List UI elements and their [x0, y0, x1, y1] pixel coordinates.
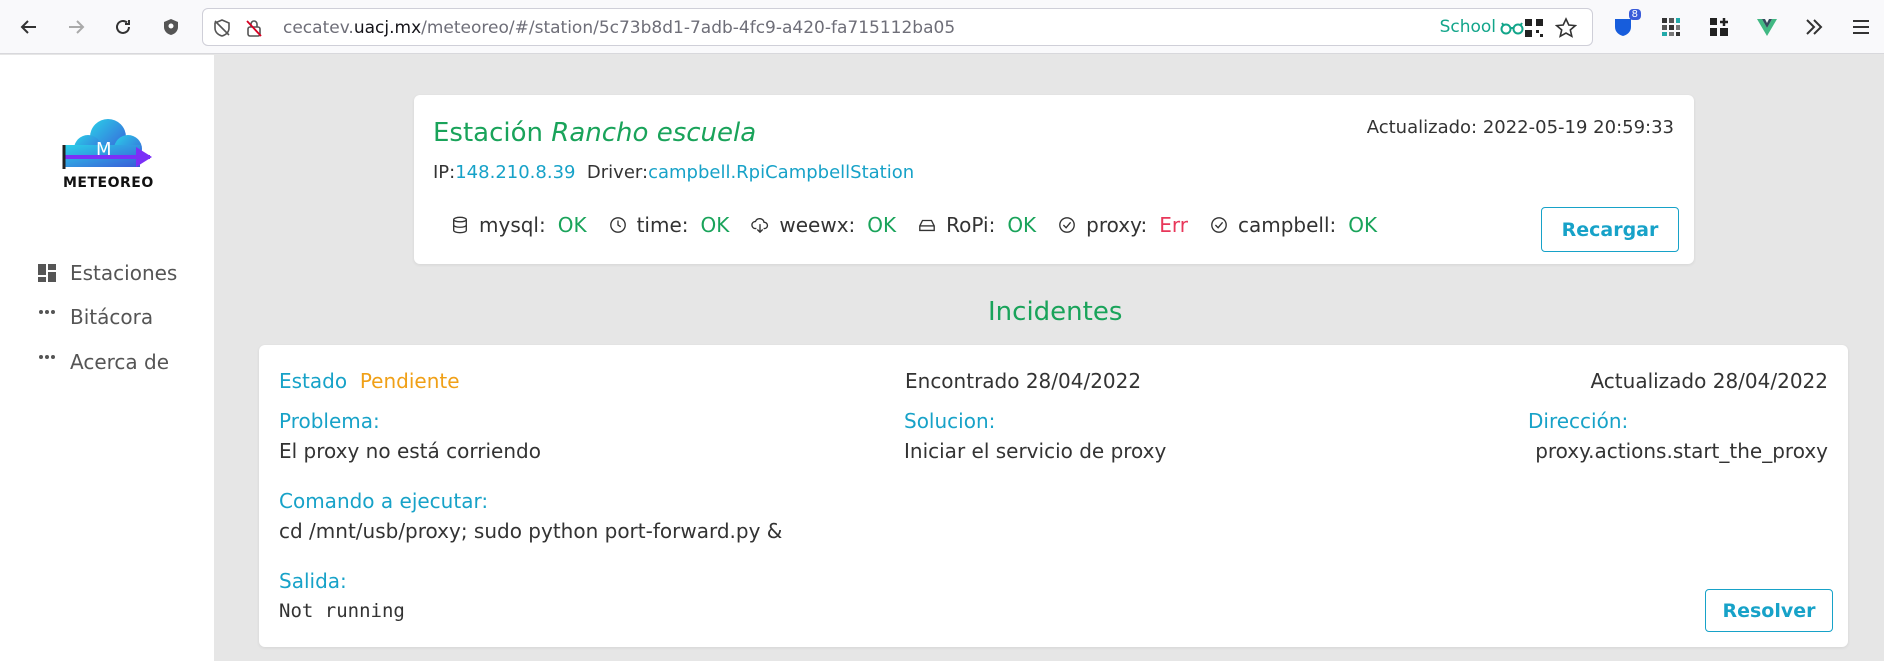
status-mysql: mysql: OK: [449, 213, 587, 237]
logo-text: METEOREO: [63, 175, 154, 191]
problem-label: Problema:: [279, 409, 380, 433]
insecure-lock-icon[interactable]: [243, 17, 265, 39]
direction-text: proxy.actions.start_the_proxy: [1535, 439, 1828, 463]
sidebar-item-label: Bitácora: [70, 305, 154, 329]
incidents-heading: Incidentes: [988, 297, 1123, 327]
estado-label: Estado Pendiente: [279, 369, 460, 393]
shield-icon: [164, 19, 178, 35]
menu-button[interactable]: [1846, 12, 1876, 42]
apps-icon: [1710, 18, 1728, 36]
sidebar-item-acerca[interactable]: Acerca de: [36, 350, 169, 374]
estado-badge: Pendiente: [359, 369, 460, 393]
url-text[interactable]: cecatev.uacj.mx/meteoreo/#/station/5c73b…: [283, 18, 955, 38]
solution-label: Solucion:: [904, 409, 996, 433]
dots-icon: [36, 351, 58, 373]
back-button[interactable]: [14, 12, 44, 42]
tracking-protection-icon[interactable]: [211, 17, 233, 39]
direction-label: Dirección:: [1528, 409, 1629, 433]
status-campbell: campbell: OK: [1208, 213, 1377, 237]
sidebar-item-estaciones[interactable]: Estaciones: [36, 261, 177, 285]
station-updated: Actualizado: 2022-05-19 20:59:33: [1366, 117, 1674, 138]
address-bar[interactable]: cecatev.uacj.mx/meteoreo/#/station/5c73b…: [202, 8, 1593, 46]
sidebar: M METEOREO Estaciones Bitácora Acerca de: [0, 55, 214, 661]
driver-link[interactable]: campbell.RpiCampbellStation: [648, 162, 914, 183]
station-title: Estación Rancho escuela: [433, 118, 757, 148]
apps-extension-button[interactable]: [1704, 12, 1734, 42]
dashboard-icon: [36, 262, 58, 284]
sidebar-item-label: Estaciones: [70, 261, 178, 285]
forward-button[interactable]: [61, 12, 91, 42]
arrow-left-icon: [20, 20, 36, 34]
vue-logo-icon: [1757, 19, 1777, 36]
hamburger-icon: [1853, 20, 1869, 34]
check-circle-icon: [1208, 214, 1230, 236]
updated-date: Actualizado 28/04/2022: [1590, 369, 1828, 393]
resolve-button[interactable]: Resolver: [1705, 589, 1833, 632]
solution-text: Iniciar el servicio de proxy: [904, 439, 1167, 463]
sidebar-item-label: Acerca de: [70, 350, 170, 374]
svg-text:M: M: [96, 139, 112, 160]
hard-drive-icon: [916, 214, 938, 236]
more-tools-button[interactable]: [1799, 12, 1829, 42]
status-proxy: proxy: Err: [1056, 213, 1188, 237]
container-label[interactable]: School: [1440, 17, 1496, 37]
sidebar-item-bitacora[interactable]: Bitácora: [36, 305, 153, 329]
status-ropi: RoPi: OK: [916, 213, 1036, 237]
command-text: cd /mnt/usb/proxy; sudo python port-forw…: [279, 519, 783, 543]
database-icon: [449, 214, 471, 236]
meteoreo-logo[interactable]: M: [60, 115, 156, 211]
problem-text: El proxy no está corriendo: [279, 439, 541, 463]
arrow-right-icon: [69, 20, 85, 34]
output-label: Salida:: [279, 569, 347, 593]
browser-toolbar: cecatev.uacj.mx/meteoreo/#/station/5c73b…: [0, 0, 1884, 54]
extension-badge: 8: [1628, 9, 1641, 20]
status-time: time: OK: [607, 213, 729, 237]
incident-card: Estado Pendiente Encontrado 28/04/2022 A…: [259, 345, 1848, 647]
station-info: IP:148.210.8.39 Driver:campbell.RpiCampb…: [433, 162, 915, 183]
chevrons-right-icon: [1806, 19, 1823, 35]
clock-icon: [607, 214, 629, 236]
reload-button[interactable]: Recargar: [1541, 207, 1679, 252]
output-text: Not running: [279, 600, 405, 622]
station-name: Rancho escuela: [551, 118, 757, 148]
reload-page-button[interactable]: [108, 12, 138, 42]
ip-link[interactable]: 148.210.8.39: [455, 162, 575, 183]
status-row: mysql: OK time: OK weewx: OK RoPi: OK proxy:…: [449, 213, 1397, 237]
status-weewx: weewx: OK: [749, 213, 896, 237]
dots-icon: [36, 306, 58, 328]
glasses-icon: [1500, 17, 1524, 39]
qr-code-icon[interactable]: [1523, 17, 1545, 39]
bookmark-star-icon[interactable]: [1554, 17, 1578, 39]
bitwarden-extension-button[interactable]: 8: [1608, 9, 1641, 42]
command-label: Comando a ejecutar:: [279, 489, 489, 513]
check-circle-icon: [1056, 214, 1078, 236]
cloud-download-icon: [749, 214, 771, 236]
privacy-extension-button[interactable]: [156, 12, 186, 42]
refresh-icon: [116, 19, 130, 34]
grid-icon: [1662, 18, 1680, 36]
grid-extension-button[interactable]: [1656, 12, 1686, 42]
station-card: Estación Rancho escuela Actualizado: 202…: [414, 95, 1694, 264]
vue-devtools-button[interactable]: [1752, 12, 1782, 42]
found-date: Encontrado 28/04/2022: [905, 369, 1142, 393]
